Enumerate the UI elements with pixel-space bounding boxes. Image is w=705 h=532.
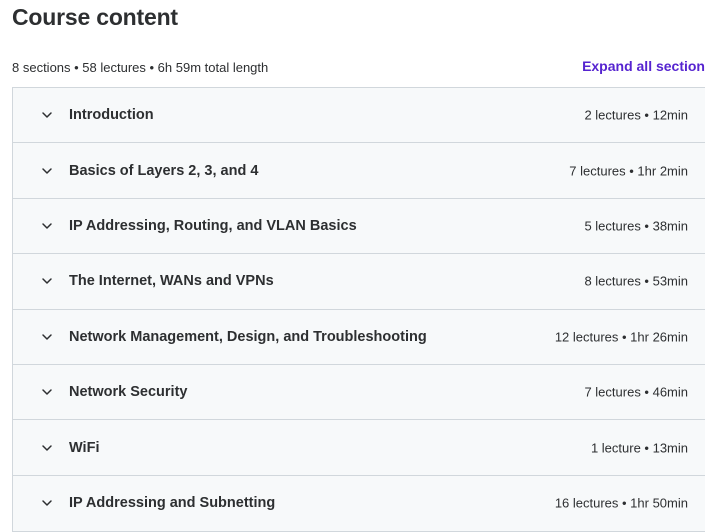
section-meta: 7 lectures • 46min [584,384,688,400]
section-header[interactable]: Network Management, Design, and Troubles… [13,309,705,365]
section-meta: 8 lectures • 53min [584,273,688,289]
section-meta: 2 lectures • 12min [584,107,688,123]
section-title: Introduction [69,107,154,124]
section-header[interactable]: WiFi 1 lecture • 13min [13,420,705,476]
section-title: WiFi [69,439,100,456]
section-header[interactable]: The Internet, WANs and VPNs 8 lectures •… [13,254,705,310]
section-header[interactable]: Basics of Layers 2, 3, and 4 7 lectures … [13,143,705,199]
section-title: IP Addressing, Routing, and VLAN Basics [69,217,357,234]
course-content-panel: Course content 8 sections • 58 lectures … [0,0,705,532]
section-title: Network Security [69,384,188,401]
section-header[interactable]: Introduction 2 lectures • 12min [13,88,705,144]
summary-row: 8 sections • 58 lectures • 6h 59m total … [12,58,705,78]
chevron-down-icon [41,442,53,454]
course-summary: 8 sections • 58 lectures • 6h 59m total … [12,60,269,75]
chevron-down-icon [41,275,53,287]
chevron-down-icon [41,109,53,121]
section-meta: 5 lectures • 38min [584,218,688,234]
chevron-down-icon [41,386,53,398]
expand-all-sections-button[interactable]: Expand all section [582,58,705,74]
section-meta: 16 lectures • 1hr 50min [554,495,688,511]
chevron-down-icon [41,220,53,232]
page-title: Course content [12,4,178,30]
section-title: IP Addressing and Subnetting [69,495,276,512]
section-meta: 7 lectures • 1hr 2min [569,163,688,179]
section-title: The Internet, WANs and VPNs [69,273,274,290]
section-title: Basics of Layers 2, 3, and 4 [69,162,259,179]
section-header[interactable]: IP Addressing and Subnetting 16 lectures… [13,475,705,532]
section-header[interactable]: Network Security 7 lectures • 46min [13,364,705,421]
section-meta: 1 lecture • 13min [590,440,688,456]
chevron-down-icon [41,331,53,343]
chevron-down-icon [41,165,53,177]
section-meta: 12 lectures • 1hr 26min [554,329,688,345]
section-header[interactable]: IP Addressing, Routing, and VLAN Basics … [13,198,705,255]
chevron-down-icon [41,497,53,509]
sections-list: Introduction 2 lectures • 12min Basics o… [12,87,705,532]
section-title: Network Management, Design, and Troubles… [69,328,427,345]
